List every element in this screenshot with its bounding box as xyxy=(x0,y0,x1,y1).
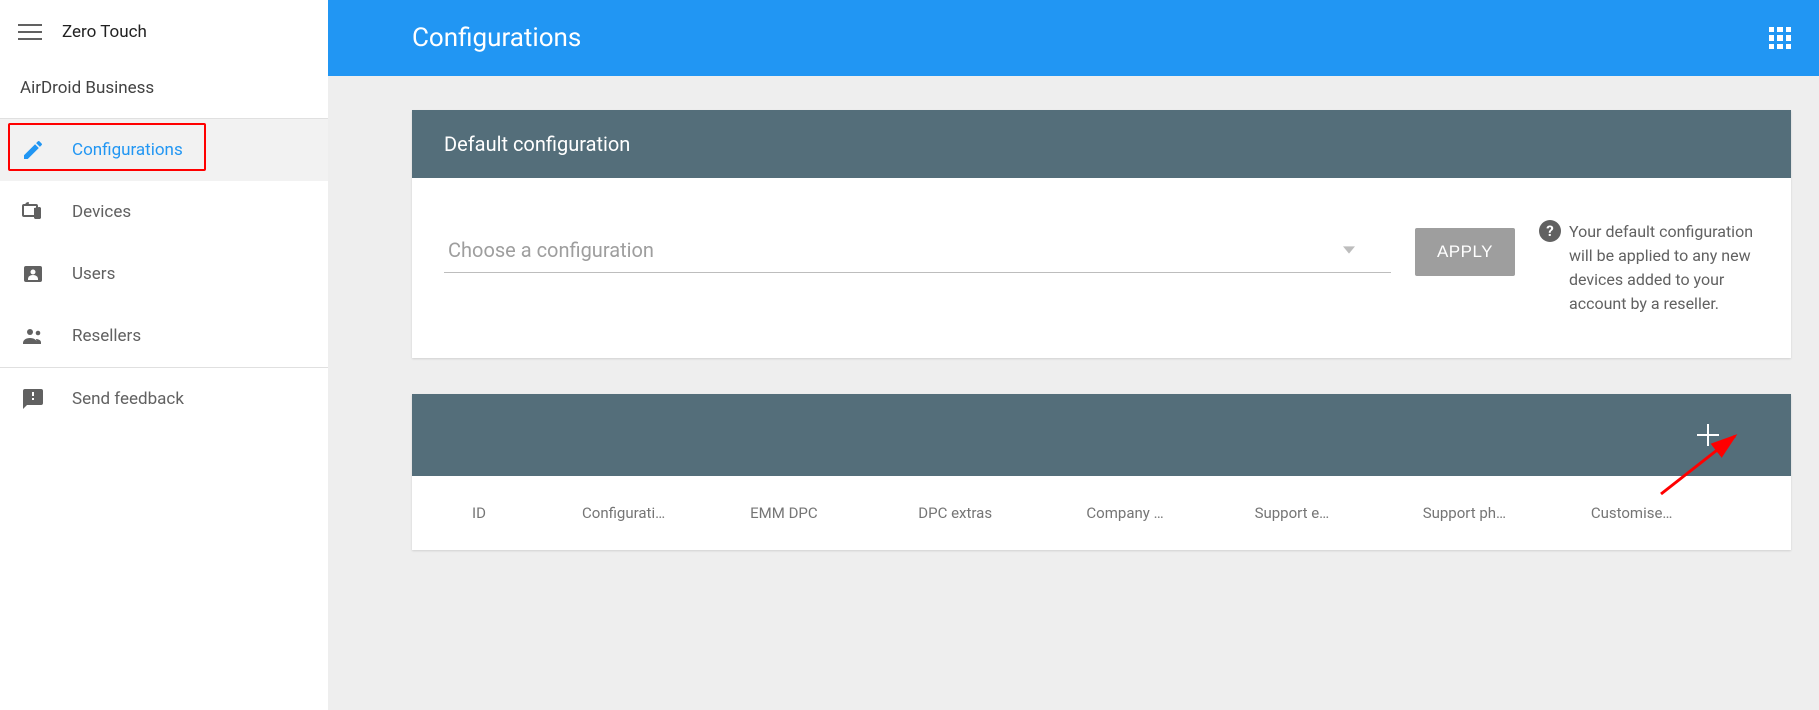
product-name: Zero Touch xyxy=(62,22,147,42)
sidebar-nav: Configurations Devices Users xyxy=(0,119,328,430)
sidebar: Zero Touch AirDroid Business Configurati… xyxy=(0,0,328,710)
pencil-icon xyxy=(20,137,46,163)
config-dropdown[interactable]: Choose a configuration xyxy=(444,214,1391,273)
col-id: ID xyxy=(472,504,582,522)
apply-button[interactable]: APPLY xyxy=(1415,228,1515,276)
sidebar-item-label: Devices xyxy=(72,202,131,222)
dropdown-placeholder: Choose a configuration xyxy=(448,238,654,262)
sidebar-top: Zero Touch xyxy=(0,0,328,64)
add-config-button[interactable] xyxy=(1697,424,1719,446)
page-title: Configurations xyxy=(412,23,581,53)
col-customise: Customise… xyxy=(1591,504,1759,522)
card-title: Default configuration xyxy=(444,132,630,156)
col-emm-dpc: EMM DPC xyxy=(750,504,918,522)
help-box: ? Your default configuration will be app… xyxy=(1539,220,1759,316)
apps-grid-icon[interactable] xyxy=(1769,27,1791,49)
col-dpc-extras: DPC extras xyxy=(918,504,1086,522)
config-list-card: ID Configurati… EMM DPC DPC extras Compa… xyxy=(412,394,1791,550)
col-company: Company … xyxy=(1086,504,1254,522)
config-table: ID Configurati… EMM DPC DPC extras Compa… xyxy=(412,476,1791,550)
user-icon xyxy=(20,261,46,287)
help-text: Your default configuration will be appli… xyxy=(1569,220,1759,316)
help-icon[interactable]: ? xyxy=(1539,220,1561,242)
sidebar-item-feedback[interactable]: Send feedback xyxy=(0,368,328,430)
content: Default configuration Choose a configura… xyxy=(328,76,1819,550)
sidebar-item-label: Resellers xyxy=(72,326,141,346)
main: Configurations Default configuration Cho… xyxy=(328,0,1819,710)
col-name: Configurati… xyxy=(582,504,750,522)
sidebar-item-label: Send feedback xyxy=(72,389,184,409)
sidebar-item-users[interactable]: Users xyxy=(0,243,328,305)
people-icon xyxy=(20,323,46,349)
menu-icon[interactable] xyxy=(18,20,42,44)
feedback-icon xyxy=(20,386,46,412)
org-name: AirDroid Business xyxy=(0,64,328,119)
col-support-phone: Support ph… xyxy=(1423,504,1591,522)
sidebar-item-resellers[interactable]: Resellers xyxy=(0,305,328,367)
card-header xyxy=(412,394,1791,476)
sidebar-item-label: Configurations xyxy=(72,140,183,160)
default-config-card: Default configuration Choose a configura… xyxy=(412,110,1791,358)
sidebar-item-devices[interactable]: Devices xyxy=(0,181,328,243)
appbar: Configurations xyxy=(328,0,1819,76)
sidebar-item-label: Users xyxy=(72,264,115,284)
card-header: Default configuration xyxy=(412,110,1791,178)
devices-icon xyxy=(20,199,46,225)
card-body: Choose a configuration APPLY ? Your defa… xyxy=(412,178,1791,358)
table-header-row: ID Configurati… EMM DPC DPC extras Compa… xyxy=(412,476,1791,550)
dropdown-field[interactable]: Choose a configuration xyxy=(444,214,1391,273)
col-support-email: Support e… xyxy=(1255,504,1423,522)
chevron-down-icon xyxy=(1343,244,1355,256)
sidebar-item-configurations[interactable]: Configurations xyxy=(0,119,328,181)
